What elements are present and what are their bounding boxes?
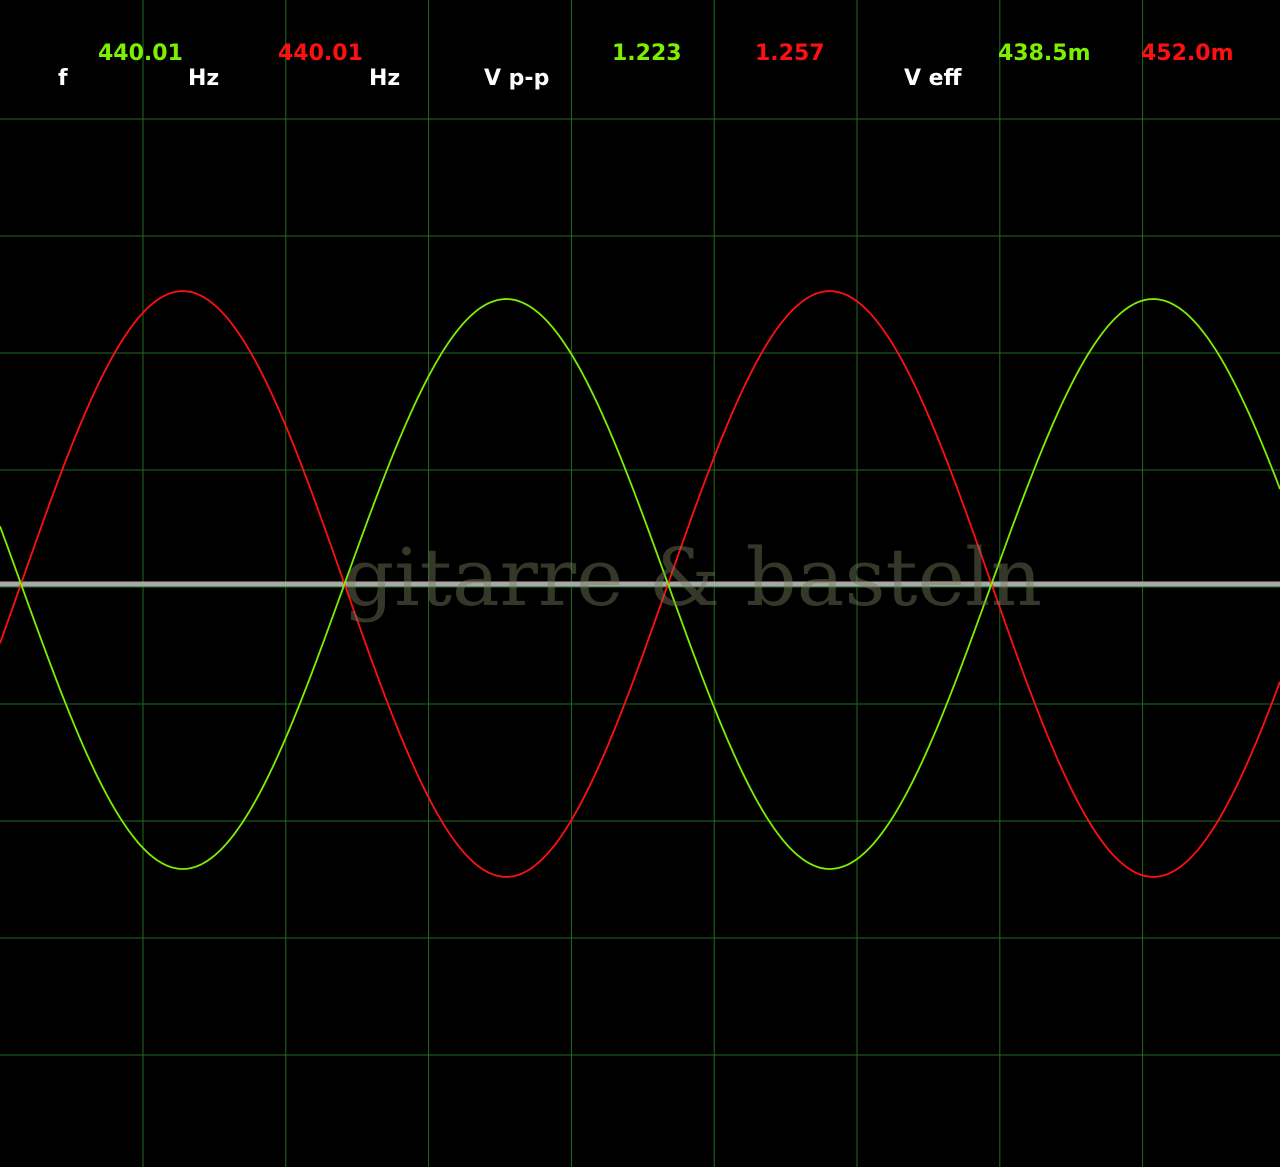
frequency-channel-1: 440.01	[98, 41, 183, 66]
frequency-channel-2: 440.01	[278, 41, 363, 66]
oscilloscope-screen[interactable]	[0, 0, 1280, 1167]
veff-label: V eff	[904, 66, 962, 91]
vpp-channel-2: 1.257	[755, 41, 825, 66]
veff-channel-2: 452.0m	[1141, 41, 1234, 66]
frequency-unit-channel-2: Hz	[369, 66, 401, 91]
frequency-label: f	[58, 66, 68, 91]
frequency-unit-channel-1: Hz	[188, 66, 220, 91]
vpp-channel-1: 1.223	[612, 41, 682, 66]
veff-channel-1: 438.5m	[998, 41, 1091, 66]
vpp-label: V p-p	[484, 66, 550, 91]
